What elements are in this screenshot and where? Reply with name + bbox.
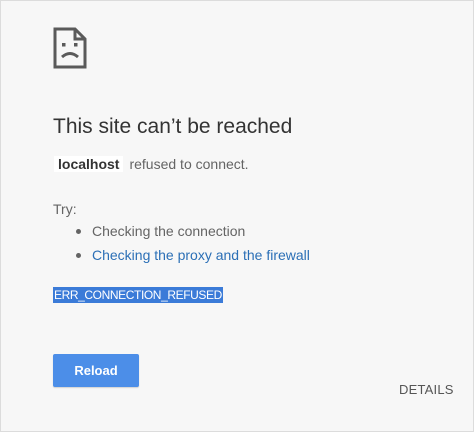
check-proxy-link[interactable]: Checking the proxy and the firewall [92,247,310,263]
suggestion-check-connection: Checking the connection [53,223,310,239]
reload-button[interactable]: Reload [53,354,139,387]
page-title: This site can’t be reached [53,115,293,138]
bullet-icon [76,229,81,234]
summary-text: refused to connect. [129,156,249,172]
bullet-icon [76,253,81,258]
suggestion-check-proxy[interactable]: Checking the proxy and the firewall [53,247,310,263]
details-button[interactable]: DETAILS [399,382,454,397]
error-page: This site can’t be reached localhost refu… [0,0,474,432]
suggestion-label: Checking the connection [92,223,246,239]
error-code: ERR_CONNECTION_REFUSED [53,287,223,303]
sad-page-icon [53,27,87,69]
suggestions-list: Checking the connection Checking the pro… [53,223,310,271]
host-name: localhost [54,156,124,172]
try-label: Try: [53,201,77,217]
error-summary: localhost refused to connect. [53,156,249,172]
